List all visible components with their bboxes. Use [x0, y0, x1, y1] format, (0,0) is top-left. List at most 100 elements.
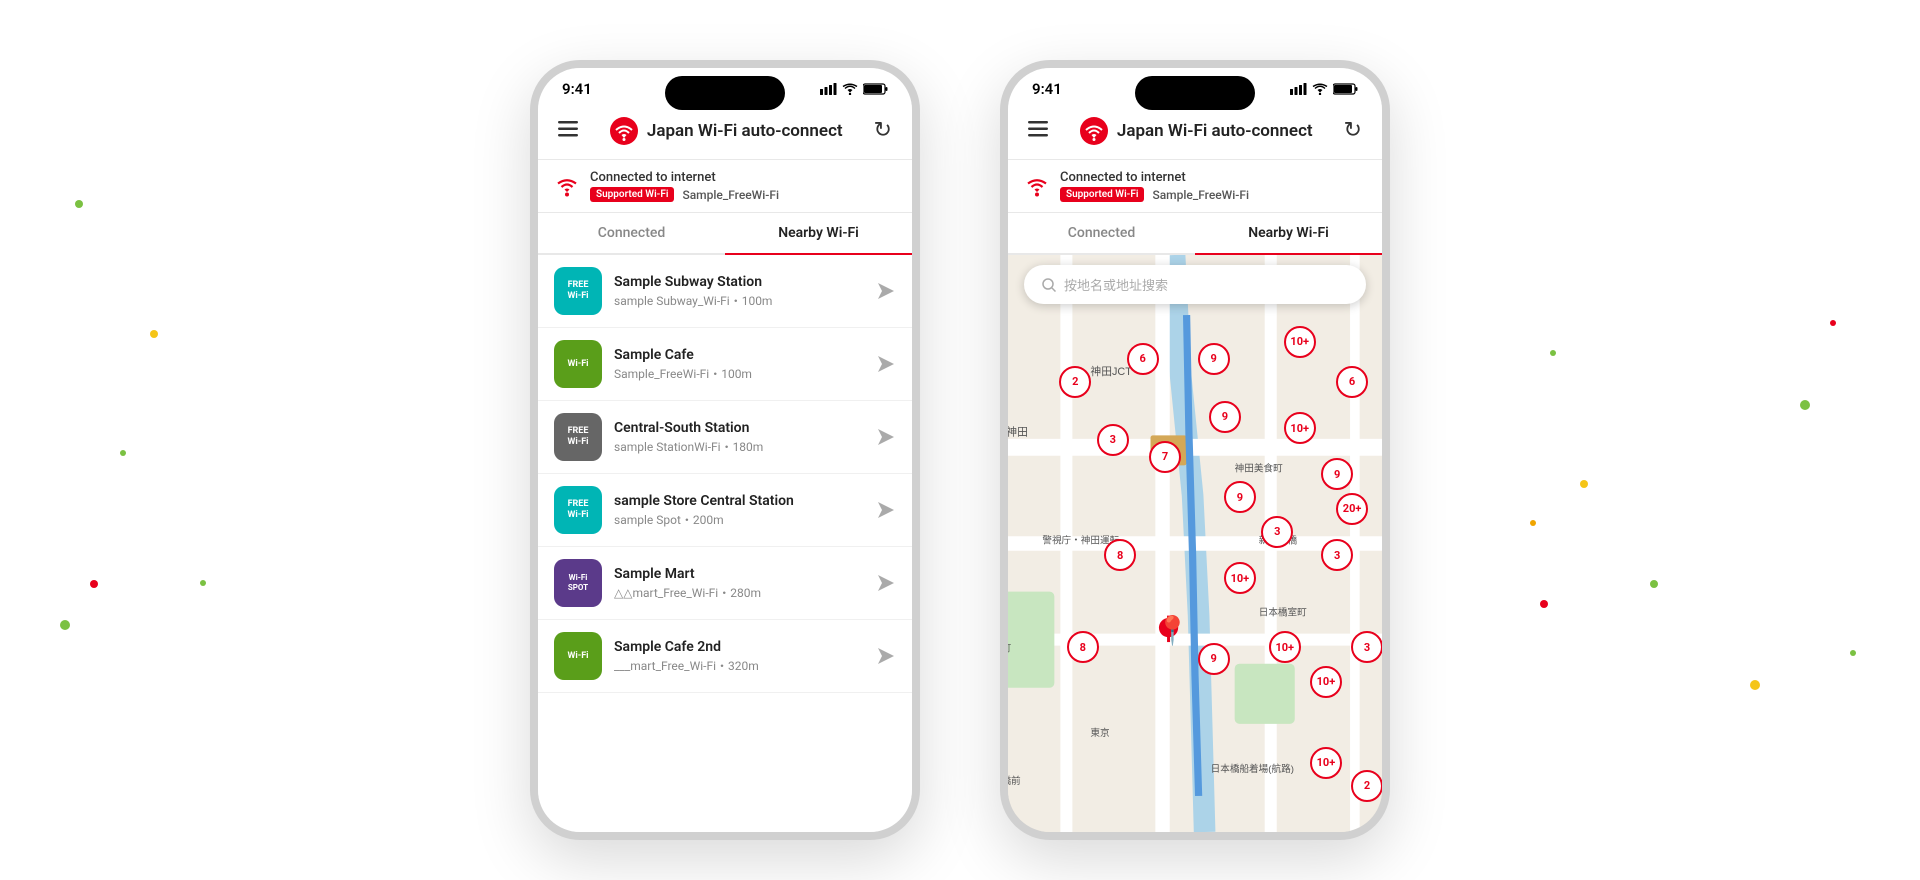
- svg-text:新日本橋: 新日本橋: [1259, 535, 1298, 547]
- connection-banner-1: Connected to internet Supported Wi-Fi Sa…: [538, 160, 912, 213]
- search-icon: [1042, 278, 1056, 292]
- status-icons-2: [1290, 83, 1358, 95]
- dot: [1540, 600, 1548, 608]
- status-time-1: 9:41: [562, 80, 592, 98]
- hamburger-icon: [558, 121, 578, 137]
- navigate-icon-1: [876, 354, 896, 374]
- wifi-item-info-5: Sample Cafe 2nd ___mart_Free_Wi-Fi・320m: [614, 639, 864, 674]
- app-logo-2: [1079, 116, 1109, 146]
- status-icons-1: [820, 83, 888, 95]
- wifi-item-detail-5: ___mart_Free_Wi-Fi・320m: [614, 657, 864, 674]
- battery-icon-2: [1333, 83, 1358, 95]
- wifi-item-name-3: sample Store Central Station: [614, 493, 864, 509]
- refresh-button-2[interactable]: ↻: [1340, 114, 1366, 147]
- connection-badges-1: Supported Wi-Fi Sample_FreeWi-Fi: [590, 187, 779, 202]
- header-title-text-1: Japan Wi-Fi auto-connect: [647, 121, 843, 141]
- dot: [1580, 480, 1588, 488]
- wifi-item-detail-2: sample StationWi-Fi・180m: [614, 438, 864, 455]
- wifi-item-info-4: Sample Mart △△mart_Free_Wi-Fi・280m: [614, 566, 864, 601]
- navigate-icon-3: [876, 500, 896, 520]
- signal-icon-2: [1290, 83, 1307, 95]
- dot: [1850, 650, 1856, 656]
- list-item[interactable]: FREEWi-Fi Central-South Station sample S…: [538, 401, 912, 474]
- phone-map: 9:41: [1000, 60, 1390, 840]
- wifi-item-detail-3: sample Spot・200m: [614, 511, 864, 528]
- wifi-item-name-5: Sample Cafe 2nd: [614, 639, 864, 655]
- wifi-item-name-4: Sample Mart: [614, 566, 864, 582]
- map-container[interactable]: 按地名或地址搜索: [1008, 255, 1382, 832]
- supported-badge-2: Supported Wi-Fi: [1060, 187, 1144, 202]
- status-bar-2: 9:41: [1008, 68, 1382, 106]
- navigate-icon-4: [876, 573, 896, 593]
- header-title-2: Japan Wi-Fi auto-connect: [1079, 116, 1313, 146]
- dot: [1550, 350, 1556, 356]
- wifi-item-icon-0: FREEWi-Fi: [554, 267, 602, 315]
- svg-text:日本橋船着場(航路): 日本橋船着場(航路): [1211, 763, 1294, 775]
- dot: [1650, 580, 1658, 588]
- dot: [90, 580, 98, 588]
- wifi-item-info-2: Central-South Station sample StationWi-F…: [614, 420, 864, 455]
- wifi-status-icon: [842, 83, 858, 95]
- wifi-item-info-3: sample Store Central Station sample Spot…: [614, 493, 864, 528]
- navigate-icon-0: [876, 281, 896, 301]
- dot: [200, 580, 206, 586]
- connection-badges-2: Supported Wi-Fi Sample_FreeWi-Fi: [1060, 187, 1249, 202]
- dot: [60, 620, 70, 630]
- map-svg: 神田 神田JCT 神田美食町 新日本橋 日本橋室町 大手町 東京 二重橋前 日本…: [1008, 255, 1382, 832]
- list-item[interactable]: FREEWi-Fi Sample Subway Station sample S…: [538, 255, 912, 328]
- app-logo-1: [609, 116, 639, 146]
- connection-text-1: Connected to internet: [590, 170, 779, 185]
- svg-text:日本橋室町: 日本橋室町: [1259, 607, 1307, 619]
- map-search-bar: 按地名或地址搜索: [1024, 265, 1366, 304]
- tab-connected-2[interactable]: Connected: [1008, 213, 1195, 253]
- dot: [75, 200, 83, 208]
- svg-text:神田美食町: 神田美食町: [1235, 462, 1283, 474]
- tab-nearby-1[interactable]: Nearby Wi-Fi: [725, 213, 912, 253]
- refresh-button-1[interactable]: ↻: [870, 114, 896, 147]
- list-item[interactable]: FREEWi-Fi sample Store Central Station s…: [538, 474, 912, 547]
- svg-text:神田JCT: 神田JCT: [1090, 364, 1132, 378]
- navigate-icon-2: [876, 427, 896, 447]
- dot: [1800, 400, 1810, 410]
- wifi-item-name-0: Sample Subway Station: [614, 274, 864, 290]
- list-item[interactable]: Wi-Fi Sample Cafe Sample_FreeWi-Fi・100m: [538, 328, 912, 401]
- svg-text:神田: 神田: [1008, 424, 1028, 438]
- tab-connected-1[interactable]: Connected: [538, 213, 725, 253]
- dot: [120, 450, 126, 456]
- tab-nearby-2[interactable]: Nearby Wi-Fi: [1195, 213, 1382, 253]
- dot: [1830, 320, 1836, 326]
- list-item[interactable]: Wi-FiSPOT Sample Mart △△mart_Free_Wi-Fi・…: [538, 547, 912, 620]
- status-time-2: 9:41: [1032, 80, 1062, 98]
- wifi-connected-icon-1: [554, 175, 580, 197]
- app-header-1: Japan Wi-Fi auto-connect ↻: [538, 106, 912, 160]
- wifi-connected-icon-2: [1024, 175, 1050, 197]
- map-search-placeholder: 按地名或地址搜索: [1064, 275, 1168, 294]
- wifi-item-detail-4: △△mart_Free_Wi-Fi・280m: [614, 584, 864, 601]
- wifi-name-2: Sample_FreeWi-Fi: [1152, 188, 1249, 202]
- wifi-status-icon-2: [1312, 83, 1328, 95]
- wifi-item-info-0: Sample Subway Station sample Subway_Wi-F…: [614, 274, 864, 309]
- svg-text:大手町: 大手町: [1008, 643, 1011, 655]
- tabs-2: Connected Nearby Wi-Fi: [1008, 213, 1382, 255]
- status-bar-1: 9:41: [538, 68, 912, 106]
- wifi-item-detail-1: Sample_FreeWi-Fi・100m: [614, 365, 864, 382]
- connection-info-1: Connected to internet Supported Wi-Fi Sa…: [590, 170, 779, 202]
- wifi-item-icon-3: FREEWi-Fi: [554, 486, 602, 534]
- menu-icon-1[interactable]: [554, 114, 582, 147]
- wifi-item-detail-0: sample Subway_Wi-Fi・100m: [614, 292, 864, 309]
- list-item[interactable]: Wi-Fi Sample Cafe 2nd ___mart_Free_Wi-Fi…: [538, 620, 912, 693]
- svg-text:警視庁・神田運転: 警視庁・神田運転: [1042, 535, 1119, 547]
- svg-text:東京: 東京: [1090, 727, 1109, 739]
- wifi-item-icon-4: Wi-FiSPOT: [554, 559, 602, 607]
- app-header-2: Japan Wi-Fi auto-connect ↻: [1008, 106, 1382, 160]
- wifi-item-name-1: Sample Cafe: [614, 347, 864, 363]
- phone-list: 9:41: [530, 60, 920, 840]
- wifi-item-icon-1: Wi-Fi: [554, 340, 602, 388]
- wifi-item-info-1: Sample Cafe Sample_FreeWi-Fi・100m: [614, 347, 864, 382]
- svg-text:二重橋前: 二重橋前: [1008, 775, 1021, 787]
- connection-text-2: Connected to internet: [1060, 170, 1249, 185]
- wifi-item-icon-2: FREEWi-Fi: [554, 413, 602, 461]
- supported-badge-1: Supported Wi-Fi: [590, 187, 674, 202]
- header-title-1: Japan Wi-Fi auto-connect: [609, 116, 843, 146]
- menu-icon-2[interactable]: [1024, 114, 1052, 147]
